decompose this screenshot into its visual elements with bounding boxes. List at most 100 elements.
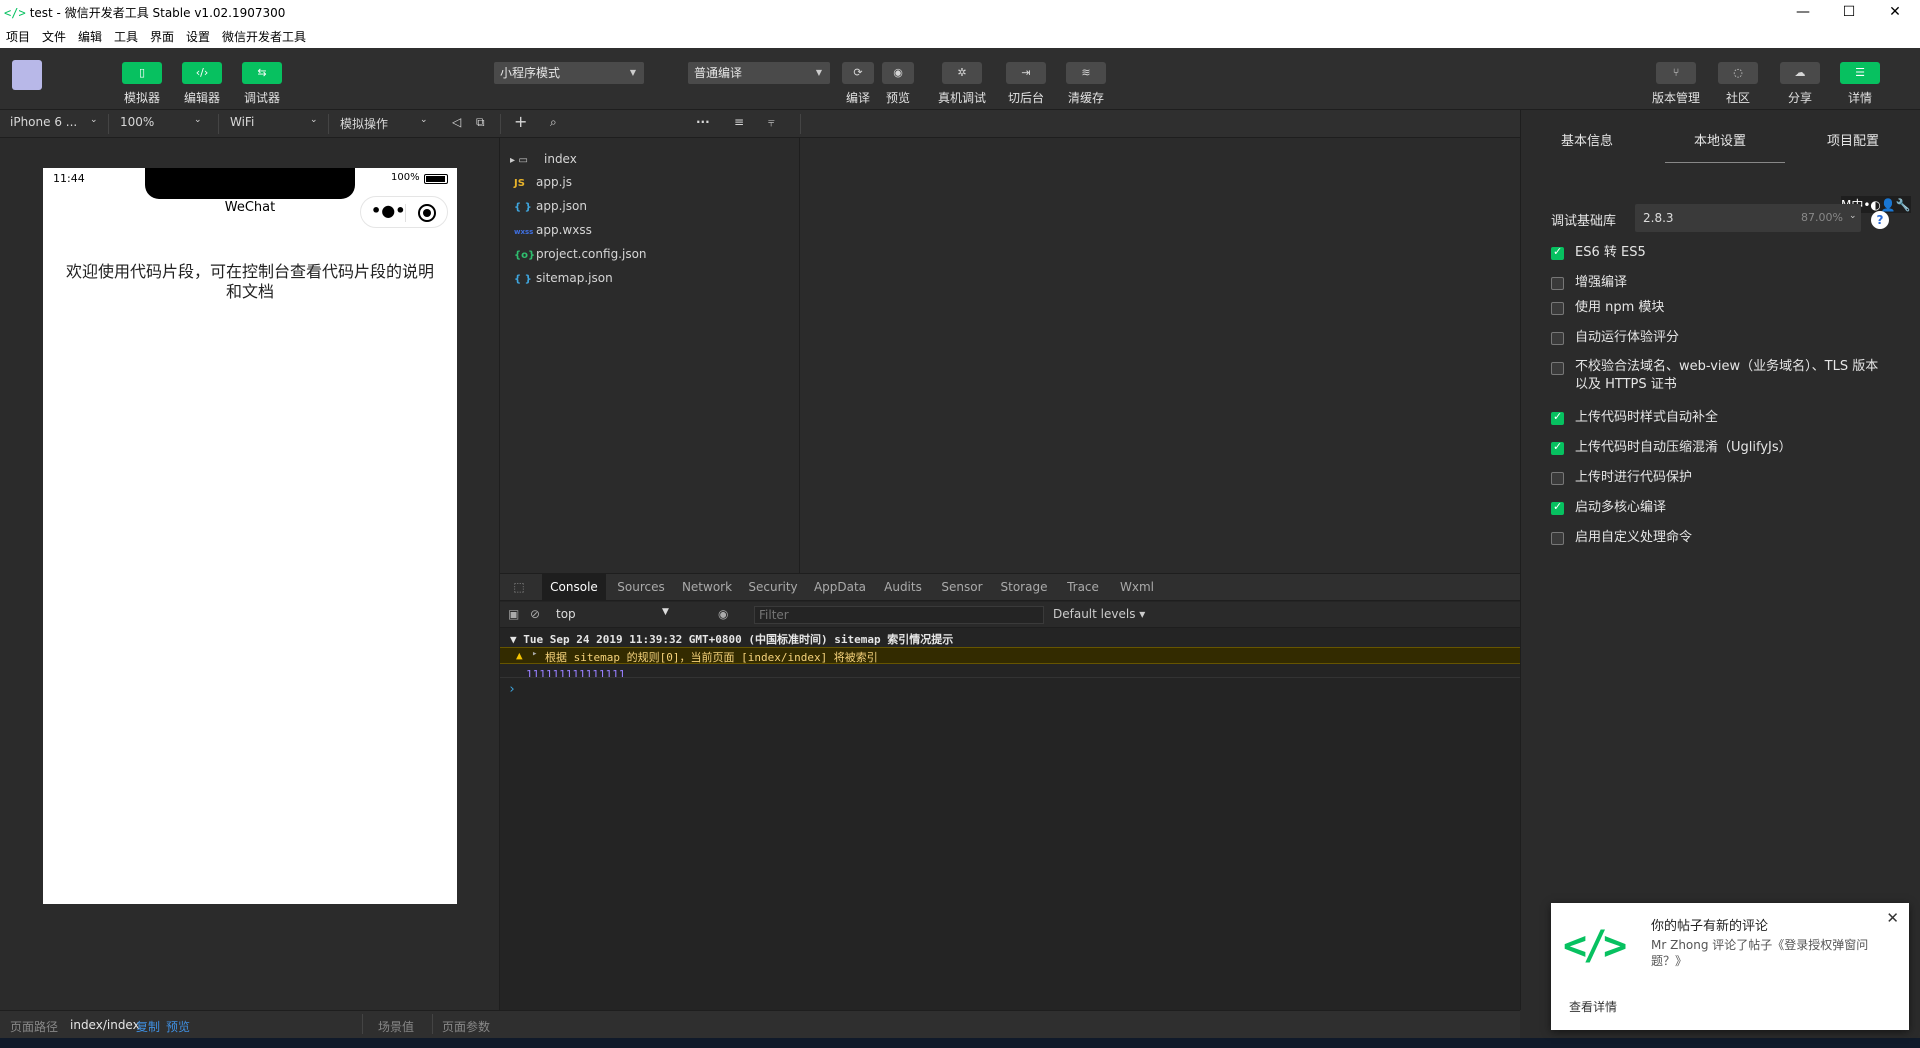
tab-security[interactable]: Security <box>742 574 804 601</box>
menu-item-file[interactable]: 文件 <box>42 28 66 45</box>
log-value: 111111111111111 <box>526 668 626 681</box>
checkbox-code-protect[interactable] <box>1551 472 1564 485</box>
tab-local-settings[interactable]: 本地设置 <box>1694 130 1746 149</box>
volume-icon[interactable]: ◁ <box>452 115 461 129</box>
search-icon[interactable]: ⌕ <box>550 115 557 130</box>
tree-item-app-json[interactable]: { } app.json <box>514 199 587 213</box>
lib-version-select[interactable]: 2.8.3 87.00% ⌄ <box>1635 204 1861 232</box>
simulator-toggle-button[interactable]: ▯ 模拟器 <box>114 62 170 106</box>
checkbox-auto-audit[interactable] <box>1551 332 1564 345</box>
battery-icon <box>424 174 448 184</box>
tree-item-project-config[interactable]: {o}project.config.json <box>514 247 647 261</box>
tab-network[interactable]: Network <box>676 574 738 601</box>
chevron-down-icon: ▼ <box>662 607 669 617</box>
device-select[interactable]: iPhone 6 ... ⌄ <box>10 115 100 129</box>
sidebar-toggle-icon[interactable]: ▣ <box>508 607 519 621</box>
clear-console-icon[interactable]: ⊘ <box>530 607 540 621</box>
clear-cache-button[interactable]: ≋ 清缓存 <box>1058 62 1114 106</box>
page-params-button[interactable]: 页面参数 <box>442 1018 490 1035</box>
help-icon[interactable]: ? <box>1871 211 1889 229</box>
menu-item-wechat-devtools[interactable]: 微信开发者工具 <box>222 28 306 45</box>
tab-sensor[interactable]: Sensor <box>934 574 990 601</box>
checkbox-enhanced-compile[interactable] <box>1551 277 1564 290</box>
editor-area[interactable] <box>801 138 1520 573</box>
scene-value-button[interactable]: 场景值 <box>378 1018 414 1035</box>
divider <box>500 677 1520 678</box>
collapse-icon[interactable]: ≡ <box>734 115 744 129</box>
menu-item-project[interactable]: 项目 <box>6 28 30 45</box>
capsule-menu[interactable]: •●• <box>360 196 448 228</box>
close-icon[interactable]: ✕ <box>1886 909 1899 927</box>
close-window-button[interactable]: ✕ <box>1872 0 1918 24</box>
tab-basic-info[interactable]: 基本信息 <box>1561 130 1613 149</box>
checkbox-npm[interactable] <box>1551 302 1564 315</box>
tree-item-index[interactable]: ▸ ▭ index <box>510 152 577 166</box>
debugger-toggle-button[interactable]: ⇆ 调试器 <box>234 62 290 106</box>
console-prompt[interactable]: › <box>500 682 1520 697</box>
switch-icon: ⇥ <box>1006 62 1046 84</box>
editor-toggle-button[interactable]: ‹/› 编辑器 <box>174 62 230 106</box>
log-group-header[interactable]: ▼ Tue Sep 24 2019 11:39:32 GMT+0800 (中国标… <box>500 631 1520 647</box>
menu-item-view[interactable]: 界面 <box>150 28 174 45</box>
zoom-select[interactable]: 100% ⌄ <box>120 115 210 129</box>
popout-icon[interactable]: ⧉ <box>476 115 485 130</box>
avatar[interactable] <box>12 60 42 90</box>
version-control-button[interactable]: ⑂ 版本管理 <box>1648 62 1704 106</box>
tree-item-app-js[interactable]: JS app.js <box>514 175 572 189</box>
tab-audits[interactable]: Audits <box>876 574 930 601</box>
close-miniprogram-icon[interactable] <box>418 204 436 222</box>
community-button[interactable]: ◌ 社区 <box>1710 62 1766 106</box>
checkbox-es6[interactable] <box>1551 245 1564 260</box>
log-levels-select[interactable]: Default levels ▾ <box>1053 607 1145 621</box>
more-icon[interactable]: ··· <box>696 115 710 129</box>
copy-path-link[interactable]: 复制 <box>136 1018 160 1035</box>
add-file-icon[interactable]: + <box>514 112 527 131</box>
minimize-button[interactable]: — <box>1780 0 1826 24</box>
tab-trace[interactable]: Trace <box>1058 574 1108 601</box>
checkbox-multicore[interactable] <box>1551 500 1564 515</box>
compile-select[interactable]: 普通编译 ▼ <box>688 62 830 84</box>
preview-path-link[interactable]: 预览 <box>166 1018 190 1035</box>
divider <box>800 114 801 134</box>
tab-sources[interactable]: Sources <box>610 574 672 601</box>
option-npm-label: 使用 npm 模块 <box>1575 300 1665 315</box>
tab-storage[interactable]: Storage <box>994 574 1054 601</box>
tree-item-app-wxss[interactable]: wxss app.wxss <box>514 223 592 237</box>
option-auto-audit-label: 自动运行体验评分 <box>1575 330 1680 345</box>
view-details-link[interactable]: 查看详情 <box>1569 998 1617 1015</box>
checkbox-uglify[interactable] <box>1551 440 1564 455</box>
tab-appdata[interactable]: AppData <box>808 574 872 601</box>
menu-item-edit[interactable]: 编辑 <box>78 28 102 45</box>
tab-console[interactable]: Console <box>542 574 606 601</box>
network-select[interactable]: WiFi ⌄ <box>230 115 320 129</box>
more-dots-icon[interactable]: •●• <box>371 201 405 220</box>
eye-icon[interactable]: ◉ <box>718 607 728 621</box>
inspect-icon[interactable]: ⬚ <box>508 574 530 601</box>
tree-item-sitemap-json[interactable]: { } sitemap.json <box>514 271 613 285</box>
maximize-button[interactable]: ☐ <box>1826 0 1872 24</box>
share-button[interactable]: ☁ 分享 <box>1772 62 1828 106</box>
operation-select[interactable]: 模拟操作 ⌄ <box>340 115 430 132</box>
notification-toast[interactable]: </> 你的帖子有新的评论 Mr Zhong 评论了帖子《登录授权弹窗问题？》 … <box>1551 903 1909 1030</box>
tab-wxml[interactable]: Wxml <box>1112 574 1162 601</box>
checkbox-custom-command[interactable] <box>1551 532 1564 545</box>
mode-select[interactable]: 小程序模式 ▼ <box>494 62 644 84</box>
checkbox-style-autoprefix[interactable] <box>1551 410 1564 425</box>
menu-item-settings[interactable]: 设置 <box>186 28 210 45</box>
simulator-toolbar: iPhone 6 ... ⌄ 100% ⌄ WiFi ⌄ 模拟操作 ⌄ ◁ ⧉ + ⌕ … <box>0 110 1520 138</box>
phone-screen[interactable]: 11:44 100% WeChat •●• 欢迎使用代码片段，可在控制台查看代码… <box>43 168 457 904</box>
menu-item-tools[interactable]: 工具 <box>114 28 138 45</box>
expand-icon[interactable]: ▸ <box>532 649 537 659</box>
details-button[interactable]: ☰ 详情 <box>1832 62 1888 106</box>
context-select[interactable]: top ▼ <box>550 606 676 624</box>
background-button[interactable]: ⇥ 切后台 <box>998 62 1054 106</box>
cloud-icon: ☁ <box>1780 62 1820 84</box>
split-icon[interactable]: ⫧ <box>768 115 775 130</box>
checkbox-skip-domain-check[interactable] <box>1551 362 1564 375</box>
tab-project-config[interactable]: 项目配置 <box>1827 130 1879 149</box>
remote-debug-button[interactable]: ✲ 真机调试 <box>934 62 990 106</box>
divider <box>432 1014 433 1034</box>
console-filter-input[interactable] <box>754 606 1044 624</box>
preview-button[interactable]: ◉ 预览 <box>870 62 926 106</box>
background-label: 切后台 <box>1007 91 1044 105</box>
